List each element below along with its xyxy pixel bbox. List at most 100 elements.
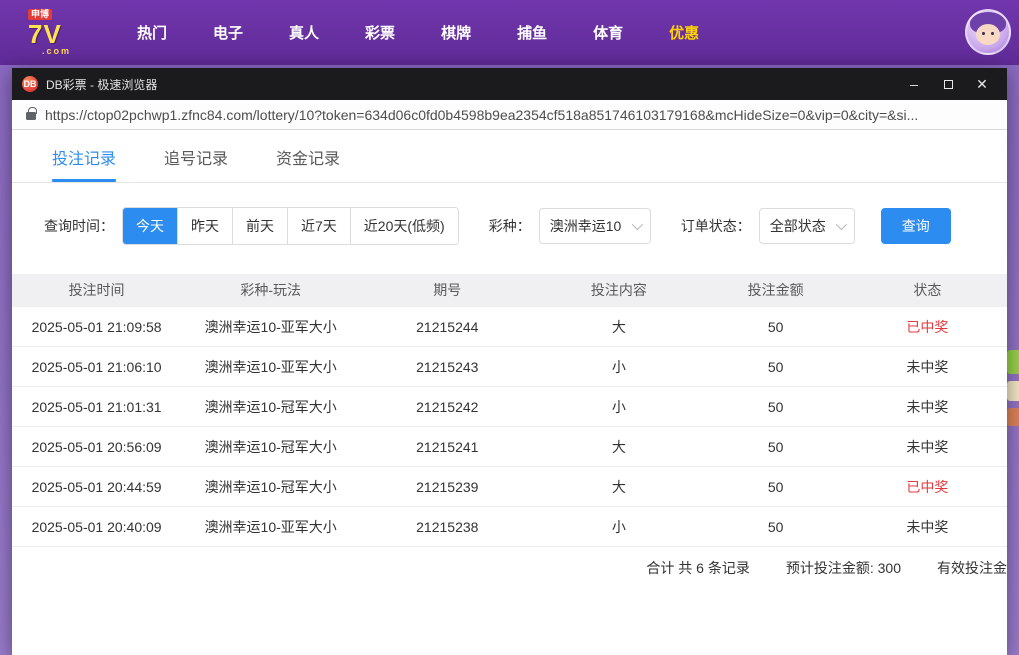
table-row: 2025-05-01 20:56:09 澳洲幸运10-冠军大小 21215241…	[12, 427, 1007, 467]
close-button[interactable]: ✕	[965, 70, 999, 98]
chevron-down-icon	[631, 218, 643, 231]
minimize-button[interactable]: –	[897, 70, 931, 98]
browser-logo-icon: DB	[22, 76, 38, 92]
lottery-select[interactable]: 澳洲幸运10	[538, 208, 651, 244]
nav-item-sports[interactable]: 体育	[577, 12, 639, 53]
table-row: 2025-05-01 21:06:10 澳洲幸运10-亚军大小 21215243…	[12, 347, 1007, 387]
cell-game: 澳洲幸运10-亚军大小	[204, 519, 337, 535]
cell-game: 澳洲幸运10-冠军大小	[204, 479, 337, 495]
time-option-7days[interactable]: 近7天	[287, 208, 350, 244]
column-header-time: 投注时间	[68, 282, 125, 298]
table-row: 2025-05-01 20:40:09 澳洲幸运10-亚军大小 21215238…	[12, 507, 1007, 547]
cell-issue: 21215241	[416, 439, 479, 455]
nav-item-fishing[interactable]: 捕鱼	[501, 12, 563, 53]
maximize-button[interactable]	[931, 70, 965, 98]
nav-item-lottery[interactable]: 彩票	[349, 12, 411, 53]
status-badge: 未中奖	[906, 519, 949, 535]
avatar-eye	[991, 32, 994, 35]
column-header-content: 投注内容	[590, 282, 647, 298]
cell-time: 2025-05-01 21:06:10	[31, 359, 162, 375]
status-select[interactable]: 全部状态	[758, 208, 855, 244]
table-row: 2025-05-01 21:01:31 澳洲幸运10-冠军大小 21215242…	[12, 387, 1007, 427]
nav-item-live[interactable]: 真人	[273, 12, 335, 53]
time-option-yesterday[interactable]: 昨天	[177, 208, 232, 244]
status-filter-label: 订单状态：	[680, 218, 751, 234]
cell-game: 澳洲幸运10-冠军大小	[204, 399, 337, 415]
column-header-issue: 期号	[433, 282, 462, 298]
tab-bar: 投注记录 追号记录 资金记录	[12, 130, 1007, 183]
top-navigation: 申博 7V .com 热门 电子 真人 彩票 棋牌 捕鱼 体育 优惠	[0, 0, 1019, 65]
time-option-today[interactable]: 今天	[123, 208, 177, 244]
cell-time: 2025-05-01 21:01:31	[31, 399, 162, 415]
cell-time: 2025-05-01 20:44:59	[31, 479, 162, 495]
page-content: 投注记录 追号记录 资金记录 查询时间： 今天 昨天 前天 近7天 近20天(低…	[12, 130, 1007, 655]
avatar[interactable]	[965, 9, 1011, 55]
lottery-select-value: 澳洲幸运10	[549, 218, 622, 234]
status-badge: 未中奖	[906, 359, 949, 375]
window-titlebar[interactable]: DB DB彩票 - 极速浏览器 – ✕	[12, 68, 1007, 100]
window-title: DB彩票 - 极速浏览器	[46, 77, 158, 92]
browser-window: DB DB彩票 - 极速浏览器 – ✕ https://ctop02pchwp1…	[12, 68, 1007, 655]
cell-amount: 50	[767, 399, 784, 415]
tab-bet-records[interactable]: 投注记录	[52, 145, 117, 182]
column-header-status: 状态	[913, 282, 942, 298]
nav-item-promo[interactable]: 优惠	[653, 12, 715, 53]
site-logo[interactable]: 申博 7V .com	[28, 9, 92, 56]
maximize-icon	[943, 79, 953, 89]
cell-issue: 21215238	[416, 519, 479, 535]
avatar-face	[976, 24, 1000, 45]
cell-time: 2025-05-01 20:56:09	[31, 439, 162, 455]
cell-issue: 21215244	[416, 319, 479, 335]
main-menu: 热门 电子 真人 彩票 棋牌 捕鱼 体育 优惠	[114, 12, 722, 53]
table-row: 2025-05-01 21:09:58 澳洲幸运10-亚军大小 21215244…	[12, 307, 1007, 347]
filter-bar: 查询时间： 今天 昨天 前天 近7天 近20天(低频) 彩种： 澳洲幸运10 订…	[44, 207, 1007, 245]
address-bar[interactable]: https://ctop02pchwp1.zfnc84.com/lottery/…	[12, 100, 1007, 130]
status-select-value: 全部状态	[769, 218, 826, 234]
summary-valid-amount: 有效投注金	[937, 560, 1007, 576]
nav-item-hot[interactable]: 热门	[121, 12, 183, 53]
avatar-eye	[982, 32, 985, 35]
cell-content: 小	[611, 519, 626, 535]
window-controls: – ✕	[897, 70, 999, 98]
cell-amount: 50	[767, 439, 784, 455]
search-button[interactable]: 查询	[880, 208, 951, 244]
cell-game: 澳洲幸运10-冠军大小	[204, 439, 337, 455]
cell-issue: 21215243	[416, 359, 479, 375]
nav-item-slots[interactable]: 电子	[197, 12, 259, 53]
tab-fund-records[interactable]: 资金记录	[276, 145, 340, 182]
cell-game: 澳洲幸运10-亚军大小	[204, 359, 337, 375]
table-summary: 合计 共 6 条记录 预计投注金额: 300 有效投注金	[12, 547, 1007, 589]
cell-time: 2025-05-01 20:40:09	[31, 519, 162, 535]
time-range-group: 今天 昨天 前天 近7天 近20天(低频)	[122, 207, 459, 245]
cell-amount: 50	[767, 319, 784, 335]
url-text[interactable]: https://ctop02pchwp1.zfnc84.com/lottery/…	[45, 107, 918, 123]
nav-item-board[interactable]: 棋牌	[425, 12, 487, 53]
cell-content: 大	[611, 479, 626, 495]
time-option-20days[interactable]: 近20天(低频)	[349, 208, 458, 244]
background-page-fragment	[1007, 350, 1019, 433]
site-logo-domain: .com	[42, 46, 72, 56]
cell-amount: 50	[767, 519, 784, 535]
summary-expected-amount: 预计投注金额: 300	[785, 560, 901, 576]
cell-amount: 50	[767, 359, 784, 375]
cell-content: 大	[611, 319, 626, 335]
lock-icon	[26, 107, 37, 120]
cell-content: 大	[611, 439, 626, 455]
status-badge: 已中奖	[906, 479, 949, 495]
cell-amount: 50	[767, 479, 784, 495]
table-header-row: 投注时间 彩种-玩法 期号 投注内容 投注金额 状态	[12, 274, 1007, 307]
cell-content: 小	[611, 359, 626, 375]
tab-chase-records[interactable]: 追号记录	[164, 145, 228, 182]
chevron-down-icon	[835, 218, 847, 231]
column-header-game: 彩种-玩法	[240, 282, 302, 298]
time-option-day-before[interactable]: 前天	[232, 208, 287, 244]
time-filter-label: 查询时间：	[44, 218, 114, 234]
bet-records-table: 投注时间 彩种-玩法 期号 投注内容 投注金额 状态 2025-05-01 21…	[12, 274, 1007, 589]
status-badge: 未中奖	[906, 439, 949, 455]
cell-content: 小	[611, 399, 626, 415]
summary-total: 合计 共 6 条记录	[646, 560, 750, 576]
lottery-filter-label: 彩种：	[488, 218, 531, 234]
cell-issue: 21215239	[416, 479, 479, 495]
status-badge: 未中奖	[906, 399, 949, 415]
site-logo-text: 7V	[28, 19, 62, 49]
